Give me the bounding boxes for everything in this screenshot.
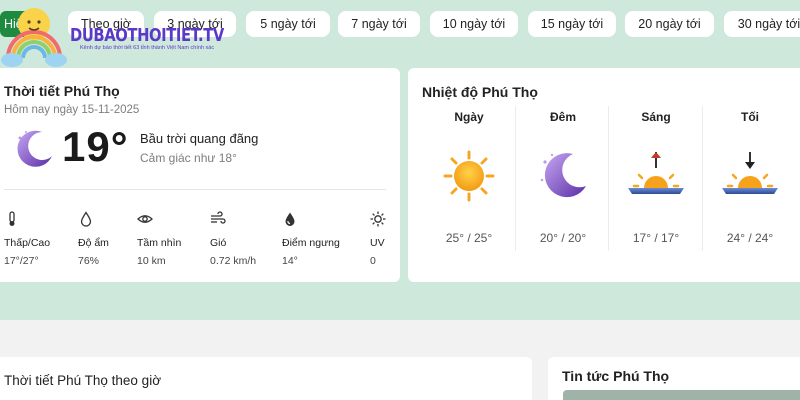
news-title: Tin tức Phú Thọ xyxy=(562,368,670,384)
stat-value: 17°/27° xyxy=(4,255,39,267)
sunrise-icon xyxy=(628,152,684,194)
hourly-title: Thời tiết Phú Thọ theo giờ xyxy=(4,373,162,388)
current-weather-card xyxy=(0,68,400,282)
temperature-title: Nhiệt độ Phú Thọ xyxy=(422,84,538,100)
news-thumbnail[interactable] xyxy=(563,390,800,400)
tab-15-days[interactable]: 15 ngày tới xyxy=(528,11,616,37)
period-label: Tối xyxy=(741,110,759,124)
sun-icon xyxy=(443,150,495,202)
period-evening: Tối 24° / 24° xyxy=(705,110,795,245)
stat-label: Thấp/Cao xyxy=(4,237,51,249)
period-day: Ngày 25° / 25° xyxy=(424,110,514,245)
stat-label: UV xyxy=(370,237,385,249)
current-condition: Bầu trời quang đãng xyxy=(140,131,259,146)
stat-value: 14° xyxy=(282,255,298,267)
current-date: Hôm nay ngày 15-11-2025 xyxy=(4,104,140,116)
divider xyxy=(515,106,516,251)
thermometer-icon xyxy=(9,211,15,226)
tab-10-days[interactable]: 10 ngày tới xyxy=(430,11,518,37)
tab-20-days[interactable]: 20 ngày tới xyxy=(625,11,714,37)
wind-icon xyxy=(211,211,226,224)
tab-5-days[interactable]: 5 ngày tới xyxy=(246,11,330,37)
dew-point-icon xyxy=(285,212,295,226)
logo-wordmark: DUBAOTHOITIET.TV xyxy=(70,25,224,46)
stat-value: 0 xyxy=(370,255,376,267)
divider xyxy=(4,189,386,190)
stat-value: 10 km xyxy=(137,255,166,267)
current-weather-title: Thời tiết Phú Thọ xyxy=(4,83,120,99)
period-night: Đêm 20° / 20° xyxy=(518,110,608,245)
sunset-icon xyxy=(722,152,778,194)
moon-icon xyxy=(540,153,586,198)
period-label: Sáng xyxy=(641,110,671,124)
logo-tagline: Kênh dự báo thời tiết 63 tỉnh thành Việt… xyxy=(80,45,215,51)
period-label: Đêm xyxy=(549,110,576,124)
stat-label: Điểm ngưng xyxy=(282,237,340,249)
stat-label: Độ ẩm xyxy=(78,237,109,249)
divider xyxy=(608,106,609,251)
tab-30-days[interactable]: 30 ngày tới xyxy=(724,11,800,37)
period-morning: Sáng 17° / 17° xyxy=(611,110,701,245)
period-label: Ngày xyxy=(454,110,484,124)
stat-value: 0.72 km/h xyxy=(210,255,257,267)
tab-7-days[interactable]: 7 ngày tới xyxy=(338,11,420,37)
stat-value: 76% xyxy=(78,255,100,267)
site-logo[interactable]: DUBAOTHOITIET.TV Kênh dự báo thời tiết 6… xyxy=(0,0,230,72)
feels-like: Cảm giác như 18° xyxy=(140,151,237,165)
period-temperature: 24° / 24° xyxy=(726,231,774,245)
rainbow-cloud-sun-icon xyxy=(1,8,67,67)
period-temperature: 17° / 17° xyxy=(632,231,680,245)
stat-label: Tầm nhìn xyxy=(137,237,182,249)
period-temperature: 20° / 20° xyxy=(539,231,587,245)
eye-icon xyxy=(137,215,153,223)
stat-label: Gió xyxy=(210,237,227,249)
sun-uv-icon xyxy=(370,211,386,227)
period-temperature: 25° / 25° xyxy=(445,231,493,245)
droplet-icon xyxy=(80,211,92,227)
moon-stars-icon xyxy=(17,130,52,167)
current-temperature: 19° xyxy=(62,123,129,170)
divider xyxy=(702,106,703,251)
